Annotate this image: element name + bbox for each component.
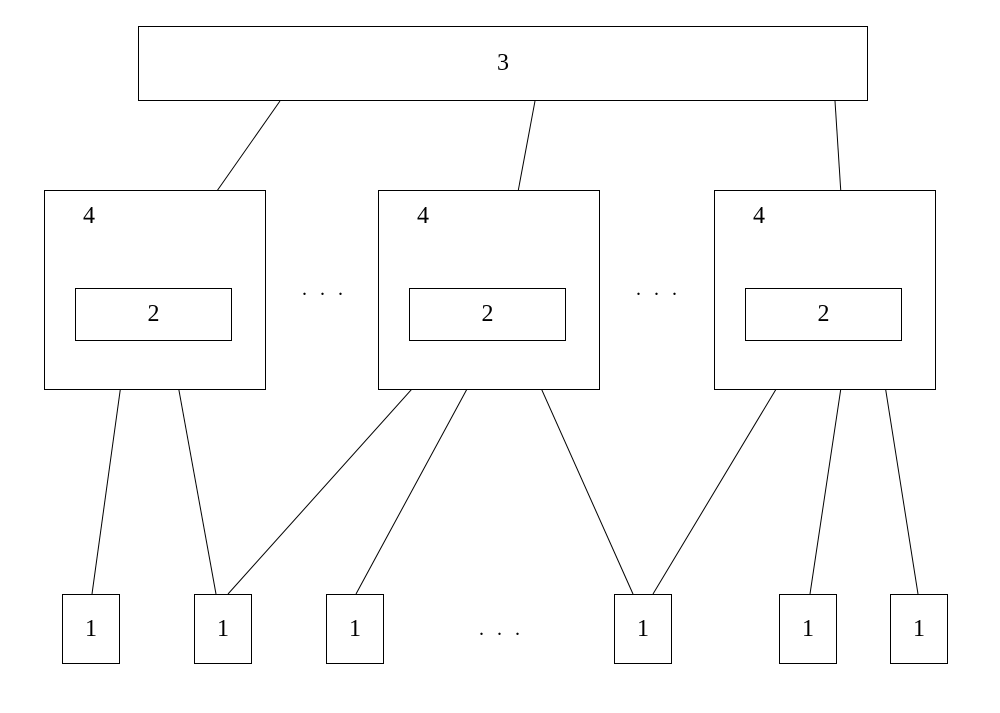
node-inner-b-label: 2 <box>482 301 494 328</box>
ellipsis-bottom: . . . <box>479 618 524 641</box>
node-inner-c: 2 <box>745 288 902 341</box>
node-top: 3 <box>138 26 868 101</box>
node-leaf-2-label: 1 <box>217 616 229 643</box>
node-leaf-1-label: 1 <box>85 616 97 643</box>
ellipsis-mid-1: . . . <box>302 278 347 301</box>
node-leaf-6: 1 <box>890 594 948 664</box>
node-leaf-4: 1 <box>614 594 672 664</box>
node-leaf-4-label: 1 <box>637 616 649 643</box>
node-inner-a-label: 2 <box>148 301 160 328</box>
node-top-label: 3 <box>497 50 509 77</box>
node-container-b-label: 4 <box>417 203 429 230</box>
node-leaf-6-label: 1 <box>913 616 925 643</box>
node-leaf-3: 1 <box>326 594 384 664</box>
node-leaf-1: 1 <box>62 594 120 664</box>
node-container-a-label: 4 <box>83 203 95 230</box>
node-inner-a: 2 <box>75 288 232 341</box>
node-leaf-2: 1 <box>194 594 252 664</box>
node-inner-b: 2 <box>409 288 566 341</box>
node-leaf-5: 1 <box>779 594 837 664</box>
node-inner-c-label: 2 <box>818 301 830 328</box>
node-leaf-5-label: 1 <box>802 616 814 643</box>
node-leaf-3-label: 1 <box>349 616 361 643</box>
node-container-c-label: 4 <box>753 203 765 230</box>
ellipsis-mid-2: . . . <box>636 278 681 301</box>
